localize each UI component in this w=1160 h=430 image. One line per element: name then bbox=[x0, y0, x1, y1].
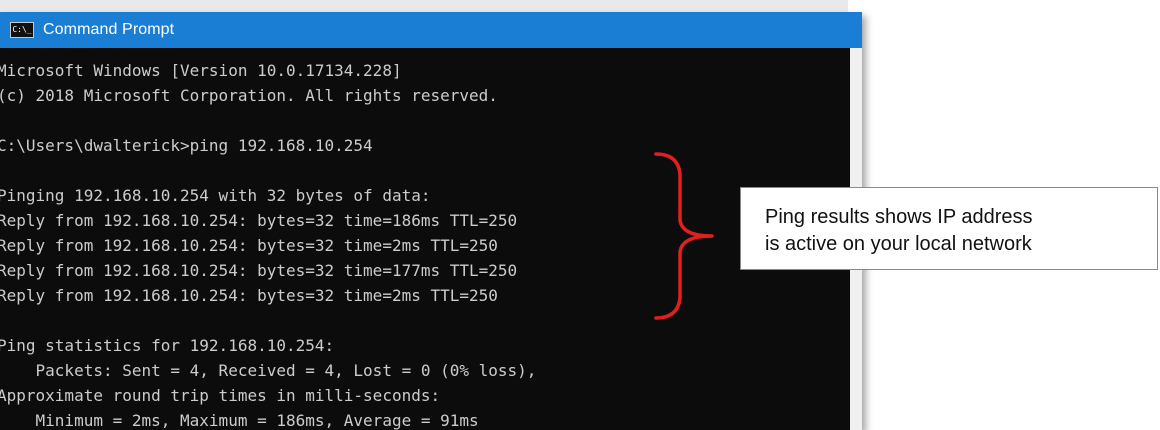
console-line-pinging: Pinging 192.168.10.254 with 32 bytes of … bbox=[0, 186, 431, 205]
console-line-statistics: Ping statistics for 192.168.10.254: bbox=[0, 336, 335, 355]
command-prompt-window[interactable]: C:\_ Command Prompt Microsoft Windows [V… bbox=[0, 12, 862, 430]
console-output[interactable]: Microsoft Windows [Version 10.0.17134.22… bbox=[0, 48, 850, 430]
console-line-packets: Packets: Sent = 4, Received = 4, Lost = … bbox=[0, 361, 537, 380]
console-line-reply: Reply from 192.168.10.254: bytes=32 time… bbox=[0, 211, 518, 230]
console-line-blank bbox=[0, 108, 536, 133]
console-line-reply: Reply from 192.168.10.254: bytes=32 time… bbox=[0, 286, 498, 305]
annotation-callout: Ping results shows IP address is active … bbox=[740, 187, 1158, 270]
console-line-command: C:\Users\dwalterick>ping 192.168.10.254 bbox=[0, 136, 373, 155]
console-line-version: Microsoft Windows [Version 10.0.17134.22… bbox=[0, 61, 402, 80]
console-line-blank bbox=[0, 308, 536, 333]
command-prompt-icon[interactable]: C:\_ bbox=[10, 22, 34, 38]
console-line-copyright: (c) 2018 Microsoft Corporation. All righ… bbox=[0, 86, 498, 105]
callout-line: Ping results shows IP address bbox=[765, 206, 1033, 228]
window-title: Command Prompt bbox=[43, 21, 175, 38]
callout-line: is active on your local network bbox=[765, 233, 1032, 255]
console-line-reply: Reply from 192.168.10.254: bytes=32 time… bbox=[0, 236, 498, 255]
console-line-round-trip: Approximate round trip times in milli-se… bbox=[0, 386, 441, 405]
red-brace-annotation bbox=[654, 152, 714, 320]
console-lines: Microsoft Windows [Version 10.0.17134.22… bbox=[0, 58, 536, 430]
console-line-reply: Reply from 192.168.10.254: bytes=32 time… bbox=[0, 261, 518, 280]
title-bar[interactable]: C:\_ Command Prompt bbox=[0, 12, 862, 48]
brace-path bbox=[654, 152, 714, 320]
console-line-times: Minimum = 2ms, Maximum = 186ms, Average … bbox=[0, 411, 479, 430]
console-line-blank bbox=[0, 158, 536, 183]
